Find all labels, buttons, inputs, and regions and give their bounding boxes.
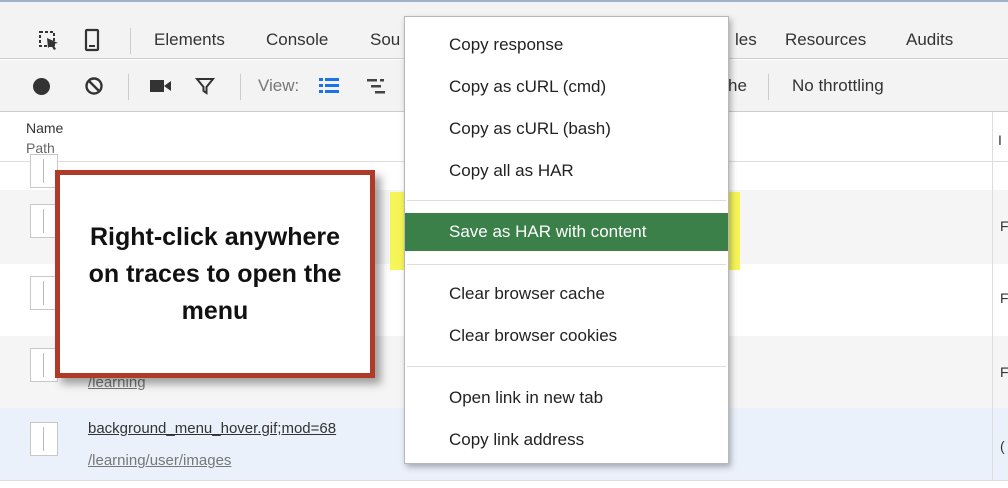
callout-text: Right-click anywhere on traces to open t… <box>88 222 342 325</box>
menu-item-copy-link-address[interactable]: Copy link address <box>405 421 728 459</box>
file-icon <box>30 348 58 382</box>
clear-icon[interactable] <box>84 76 104 96</box>
tab-resources[interactable]: Resources <box>785 30 866 50</box>
menu-item-clear-browser-cache[interactable]: Clear browser cache <box>405 275 728 313</box>
menu-separator <box>407 200 726 201</box>
menu-item-copy-response[interactable]: Copy response <box>405 26 728 64</box>
tab-profiles[interactable]: les <box>735 30 757 50</box>
device-icon[interactable] <box>84 28 100 52</box>
table-cell-method: ( <box>1000 438 1005 454</box>
menu-item-copy-all-har[interactable]: Copy all as HAR <box>405 152 728 190</box>
filter-icon[interactable] <box>195 76 215 96</box>
tab-sources[interactable]: Sou <box>370 30 400 50</box>
throttling-select[interactable]: No throttling <box>792 76 884 96</box>
tab-console[interactable]: Console <box>266 30 328 50</box>
menu-separator <box>407 264 726 265</box>
menu-item-open-link-new-tab[interactable]: Open link in new tab <box>405 379 728 417</box>
menu-item-clear-browser-cookies[interactable]: Clear browser cookies <box>405 317 728 355</box>
menu-item-copy-curl-cmd[interactable]: Copy as cURL (cmd) <box>405 68 728 106</box>
toolbar-divider-3 <box>768 74 769 100</box>
table-cell-name[interactable]: background_menu_hover.gif;mod=68 <box>88 420 336 437</box>
toolbar-divider-2 <box>240 74 241 100</box>
tab-elements[interactable]: Elements <box>154 30 225 50</box>
camera-icon[interactable] <box>150 79 172 93</box>
column-method-header[interactable]: I <box>998 132 1002 148</box>
table-cell-method: F <box>1000 290 1008 306</box>
tabbar-divider <box>130 28 131 54</box>
table-bottom-border <box>0 480 1008 481</box>
column-divider-body <box>992 162 993 480</box>
view-label: View: <box>258 76 300 95</box>
file-icon <box>30 204 58 238</box>
record-icon[interactable] <box>33 78 50 95</box>
menu-item-save-har-with-content[interactable]: Save as HAR with content <box>405 213 728 251</box>
menu-separator <box>407 366 726 367</box>
file-icon <box>30 422 58 456</box>
toolbar-divider <box>128 74 129 100</box>
inspect-icon[interactable] <box>38 30 60 52</box>
list-view-icon[interactable] <box>319 77 339 95</box>
tab-audits[interactable]: Audits <box>906 30 953 50</box>
file-icon <box>30 276 58 310</box>
disable-cache-label[interactable]: he <box>728 76 747 96</box>
context-menu: Copy response Copy as cURL (cmd) Copy as… <box>404 16 729 464</box>
file-icon <box>30 154 58 188</box>
table-cell-method: F <box>1000 218 1008 234</box>
table-cell-path: /learning/user/images <box>88 452 232 469</box>
table-cell-method: F <box>1000 364 1008 380</box>
instruction-callout: Right-click anywhere on traces to open t… <box>55 170 375 378</box>
column-divider <box>992 112 993 162</box>
column-name-header[interactable]: Name <box>26 120 63 136</box>
waterfall-view-icon[interactable] <box>367 78 391 94</box>
menu-item-copy-curl-bash[interactable]: Copy as cURL (bash) <box>405 110 728 148</box>
